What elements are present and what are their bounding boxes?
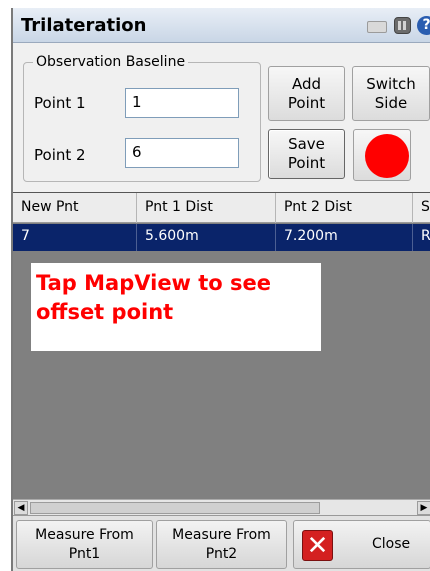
close-button[interactable]: ✕ Close — [293, 520, 430, 569]
scroll-thumb[interactable] — [30, 502, 320, 514]
switch-side-button[interactable]: Switch Side — [352, 66, 430, 121]
scroll-left-arrow-icon[interactable]: ◀ — [14, 501, 28, 515]
scroll-right-arrow-icon[interactable]: ▶ — [417, 501, 430, 515]
status-indicator[interactable] — [353, 129, 411, 181]
column-header-side[interactable]: S — [413, 193, 430, 223]
horizontal-scrollbar[interactable]: ◀ ▶ — [13, 499, 430, 515]
bottom-toolbar: Measure From Pnt1 Measure From Pnt2 ✕ Cl… — [13, 515, 430, 571]
add-point-button[interactable]: Add Point — [268, 66, 345, 121]
measure-from-pnt1-button[interactable]: Measure From Pnt1 — [16, 520, 153, 569]
close-icon: ✕ — [302, 530, 333, 561]
table-row[interactable]: 7 5.600m 7.200m R — [13, 224, 430, 251]
help-icon[interactable]: ? — [417, 16, 430, 35]
point1-input[interactable]: 1 — [125, 88, 239, 118]
cell-pnt1-dist: 5.600m — [137, 224, 276, 251]
column-header-pnt1-dist[interactable]: Pnt 1 Dist — [137, 193, 276, 223]
measure-from-pnt2-button[interactable]: Measure From Pnt2 — [156, 520, 287, 569]
results-table[interactable]: New Pnt Pnt 1 Dist Pnt 2 Dist S 7 5.600m… — [13, 192, 430, 517]
title-bar: Trilateration ? — [13, 8, 430, 43]
map-hint-message: Tap MapView to see offset point — [31, 263, 321, 351]
point2-label: Point 2 — [34, 146, 86, 164]
table-header: New Pnt Pnt 1 Dist Pnt 2 Dist S — [13, 193, 430, 223]
apps-icon[interactable] — [394, 17, 411, 34]
column-header-pnt2-dist[interactable]: Pnt 2 Dist — [276, 193, 413, 223]
window-title: Trilateration — [21, 15, 147, 36]
red-dot-icon — [365, 134, 409, 178]
point1-label: Point 1 — [34, 94, 86, 112]
observation-baseline-legend: Observation Baseline — [33, 54, 189, 70]
cell-new-pnt: 7 — [13, 224, 137, 251]
point2-input[interactable]: 6 — [125, 138, 239, 168]
save-point-button[interactable]: Save Point — [268, 129, 345, 179]
column-header-new-pnt[interactable]: New Pnt — [13, 193, 137, 223]
trilateration-window: Trilateration ? Observation Baseline Poi… — [11, 8, 430, 571]
close-label: Close — [372, 536, 411, 552]
cell-pnt2-dist: 7.200m — [276, 224, 413, 251]
keyboard-icon[interactable] — [367, 21, 387, 33]
cell-side: R — [413, 224, 430, 251]
